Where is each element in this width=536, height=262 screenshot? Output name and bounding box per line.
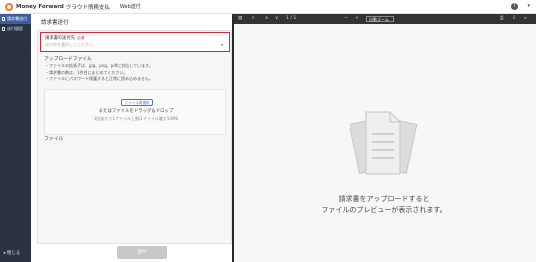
download-icon[interactable]: ⇩ [512,14,516,24]
preview-line: ファイルのプレビューが表示されます。 [321,206,447,214]
upload-form: 請求書の送付先 必須 送付先を選択してください ▾ アップロードファイル ・ファイ… [37,30,232,244]
sidebar: 請求書送付 送付履歴 ◂ 閉じる [0,14,31,262]
viewer-divider [232,14,234,262]
page-title: 請求書送付 [31,14,232,30]
required-badge: 必須 [77,36,85,40]
list-icon [2,27,5,31]
brand-name: Money Forward [16,3,64,10]
sidebar-item-history[interactable]: 送付履歴 [0,24,31,34]
select-file-button[interactable]: ファイル再選択 [121,99,153,106]
recipient-select[interactable]: 送付先を選択してください [45,41,225,49]
preview-placeholder-text: 請求書をアップロードすると ファイルのプレビューが表示されます。 [284,194,484,216]
collapse-sidebar-button[interactable]: ◂ 閉じる [3,250,20,256]
sidebar-item-label: 請求書送付 [7,16,27,21]
page-indicator[interactable]: 1 / 1 [286,14,296,24]
viewer-toolbar: ▤ ⌕ ∧ ∨ 1 / 1 − + 自動ズーム ⎙ ⇩ » [232,14,536,24]
search-icon[interactable]: ⌕ [252,14,255,24]
upload-notes: ・ファイルの拡張子は、jpg、png、pdfに対応しています。 ・請求書の数は、… [45,63,153,83]
file-dropzone[interactable]: ファイル再選択 またはファイルをドラッグ＆ドロップ 1回あたり1ファイル上限/1… [44,89,226,135]
more-menu-icon[interactable]: » [524,14,527,24]
question-circle-icon[interactable]: ? [511,3,518,10]
note-line: ・ファイルにパスワード保護すると正常に読み込めません。 [45,76,153,82]
sidebar-item-send-invoice[interactable]: 請求書送付 [0,14,31,24]
top-bar: Money Forward クラウド債務支払 Web送付 ? ▾ [0,0,536,14]
document-placeholder-icon [350,111,418,175]
product-name: クラウド債務支払 [65,4,110,11]
send-button[interactable]: 送付 [117,246,167,259]
pdf-viewer: ▤ ⌕ ∧ ∨ 1 / 1 − + 自動ズーム ⎙ ⇩ » 請求書をアップロード… [232,14,536,262]
upload-section-title: アップロードファイル [44,57,92,62]
upload-limit-text: 1回あたり1ファイル上限/1ファイル最大50MB [93,116,179,121]
recipient-field[interactable]: 請求書の送付先 必須 送付先を選択してください ▾ [40,32,230,52]
file-section-label: ファイル [44,137,64,142]
zoom-in-icon[interactable]: + [355,14,359,24]
next-page-icon[interactable]: ∨ [275,14,278,24]
note-line: ・ファイルの拡張子は、jpg、png、pdfに対応しています。 [45,63,153,68]
preview-line: 請求書をアップロードすると [338,195,430,203]
previous-page-icon[interactable]: ∧ [265,14,268,24]
chevron-down-icon: ▾ [220,42,223,47]
drop-instruction: またはファイルをドラッグ＆ドロップ [98,109,174,114]
sidebar-item-label: 送付履歴 [7,26,23,31]
zoom-select[interactable]: 自動ズーム [366,16,394,22]
document-icon [2,17,5,21]
caret-down-icon[interactable]: ▾ [527,3,530,10]
sidebar-toggle-icon[interactable]: ▤ [238,14,242,24]
mode-label: Web送付 [119,4,141,10]
logo-icon [5,2,13,11]
zoom-out-icon[interactable]: − [344,14,348,24]
print-icon[interactable]: ⎙ [500,14,504,24]
